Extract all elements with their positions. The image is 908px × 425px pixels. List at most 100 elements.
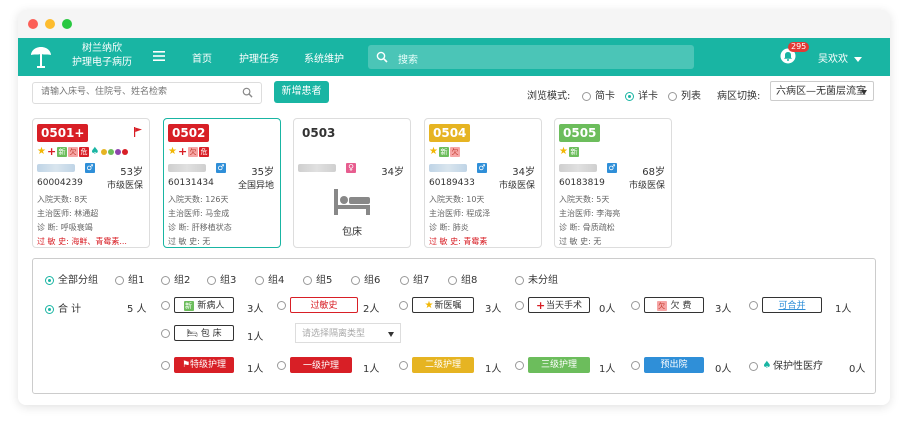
group-label: 组1 <box>128 275 145 286</box>
new-patient-icon: 新 <box>183 300 194 311</box>
patient-search-box[interactable] <box>32 82 262 104</box>
filter-mergeable[interactable]: 可合并 <box>749 297 822 313</box>
radio-icon <box>582 91 591 101</box>
group-1[interactable]: 组1 <box>115 271 144 286</box>
arrears-icon: 欠 <box>450 147 460 157</box>
group-5[interactable]: 组5 <box>303 271 332 286</box>
total-count: 5 人 <box>127 304 147 315</box>
group-2[interactable]: 组2 <box>161 271 190 286</box>
group-label: 全部分组 <box>58 275 98 286</box>
radio-selected-icon <box>45 275 54 285</box>
mode-simple-card[interactable]: 简卡 <box>582 87 615 102</box>
patient-id-row: 60004239 市级医保 <box>37 178 143 191</box>
group-label: 组2 <box>174 275 191 286</box>
diagnosis: 诊 断: 肝移植状态 <box>168 223 232 232</box>
nav-system-maintenance[interactable]: 系统维护 <box>304 50 344 65</box>
filter-protective-care[interactable]: ♠ 保护性医疗 <box>749 357 823 372</box>
maximize-window-button[interactable] <box>62 19 72 29</box>
insurance-type: 市级医保 <box>106 181 143 191</box>
patient-id: 60131434 <box>168 178 214 188</box>
menu-icon[interactable] <box>153 50 165 62</box>
radio-icon <box>255 275 264 285</box>
nav-home[interactable]: 首页 <box>192 50 212 65</box>
ward-select[interactable]: 六病区—无菌层流室 <box>770 81 874 101</box>
mode-list[interactable]: 列表 <box>668 87 701 102</box>
group-label: 未分组 <box>528 275 558 286</box>
bed-number: 0504 <box>429 124 471 142</box>
top-header: 树兰纳欣 护理电子病历 首页 护理任务 系统维护 搜索 295 吴欢欢 <box>18 38 890 76</box>
mode-detail-label: 详卡 <box>638 91 658 102</box>
nav-nursing-tasks[interactable]: 护理任务 <box>239 50 279 65</box>
filter-new-patient[interactable]: 新 新病人 <box>161 297 234 313</box>
patient-card-0505[interactable]: 0505 ★ 新 ♂ 68岁 60183819 市级医保 入院天数: 5天 主治医师:… <box>554 118 672 248</box>
patient-card-0503[interactable]: 0503 ♀ 34岁 包床 <box>293 118 411 248</box>
patient-id: 60183819 <box>559 178 605 188</box>
tag-label: 欠 费 <box>670 301 692 311</box>
group-4[interactable]: 组4 <box>255 271 284 286</box>
search-icon[interactable] <box>242 87 253 98</box>
filter-reserved-bed[interactable]: 🛏 包 床 <box>161 325 234 341</box>
patient-card-0504[interactable]: 0504 ★ 新欠 ♂ 34岁 60189433 市级医保 入院天数: 10天 主治医… <box>424 118 542 248</box>
window-titlebar <box>18 10 890 38</box>
group-label: 组5 <box>316 275 333 286</box>
level2-care-tag: 二级护理 <box>412 357 474 373</box>
add-patient-button[interactable]: 新增患者 <box>274 81 329 103</box>
admission-days: 入院天数: 10天 <box>429 195 485 204</box>
patient-search-input[interactable] <box>33 83 249 101</box>
filter-new-order[interactable]: ★新医嘱 <box>399 297 474 313</box>
patient-card-0502[interactable]: 0502 ★+ 欠危 ♂ 35岁 60131434 全国异地 入院天数: 126天 主… <box>163 118 281 248</box>
group-6[interactable]: 组6 <box>351 271 380 286</box>
group-3[interactable]: 组3 <box>207 271 236 286</box>
filter-level2-care[interactable]: 二级护理 <box>399 357 474 373</box>
radio-icon <box>351 275 360 285</box>
male-icon: ♂ <box>477 163 487 173</box>
group-8[interactable]: 组8 <box>448 271 477 286</box>
patient-id-row: 60189433 市级医保 <box>429 178 535 191</box>
user-menu[interactable]: 吴欢欢 <box>818 50 862 65</box>
radio-icon <box>161 300 170 310</box>
filter-surgery-today[interactable]: +当天手术 <box>515 297 590 313</box>
admission-days: 入院天数: 5天 <box>559 195 610 204</box>
global-search[interactable]: 搜索 <box>368 45 694 69</box>
radio-icon <box>303 275 312 285</box>
total-filter[interactable]: 合 计 <box>45 300 81 315</box>
app-body: 树兰纳欣 护理电子病历 首页 护理任务 系统维护 搜索 295 吴欢欢 请输入床… <box>18 38 890 405</box>
patient-name-row: ♂ 35岁 <box>168 163 274 178</box>
global-search-input[interactable]: 搜索 <box>398 51 418 66</box>
filter-level1-care[interactable]: 一级护理 <box>277 357 352 373</box>
group-ungrouped[interactable]: 未分组 <box>515 271 558 286</box>
app-window: 树兰纳欣 护理电子病历 首页 护理任务 系统维护 搜索 295 吴欢欢 请输入床… <box>18 10 890 405</box>
radio-selected-icon <box>45 304 54 314</box>
filter-pre-discharge[interactable]: 预出院 <box>631 357 704 373</box>
patient-age: 68岁 <box>642 167 665 178</box>
radio-icon <box>631 300 640 310</box>
mode-detail-card[interactable]: 详卡 <box>625 87 658 102</box>
bed-icon <box>334 189 370 215</box>
filter-level3-care[interactable]: 三级护理 <box>515 357 590 373</box>
new-patient-icon: 新 <box>439 147 449 157</box>
close-window-button[interactable] <box>28 19 38 29</box>
admission-days: 入院天数: 8天 <box>37 195 88 204</box>
isolation-select-placeholder: 请选择隔离类型 <box>302 329 366 339</box>
filter-allergy[interactable]: 过敏史 <box>277 297 358 313</box>
filter-arrears[interactable]: 欠 欠 费 <box>631 297 704 313</box>
arrears-tag: 欠 欠 费 <box>644 297 704 313</box>
chevron-down-icon <box>861 90 867 95</box>
ward-switch-label: 病区切换: <box>717 91 761 102</box>
allergy-history: 过 敏 史: 无 <box>168 237 211 246</box>
group-7[interactable]: 组7 <box>400 271 429 286</box>
flag-icon <box>134 127 142 137</box>
filter-special-care[interactable]: ⚑特级护理 <box>161 357 234 373</box>
male-icon: ♂ <box>85 163 95 173</box>
radio-icon <box>668 91 677 101</box>
group-all[interactable]: 全部分组 <box>45 271 98 286</box>
minimize-window-button[interactable] <box>45 19 55 29</box>
user-name: 吴欢欢 <box>818 54 848 65</box>
isolation-type-select[interactable]: 请选择隔离类型 <box>295 323 401 343</box>
filter-count: 3人 <box>247 304 264 315</box>
patient-card-0501[interactable]: 0501+ ★+ 新欠危 ♠ ♂ 53岁 60004239 市级医保 入院天数: 8天 … <box>32 118 150 248</box>
patient-id: 60004239 <box>37 178 83 188</box>
group-label: 组8 <box>461 275 478 286</box>
diagnosis: 诊 断: 骨质疏松 <box>559 223 615 232</box>
surgery-today-tag: +当天手术 <box>528 297 590 313</box>
